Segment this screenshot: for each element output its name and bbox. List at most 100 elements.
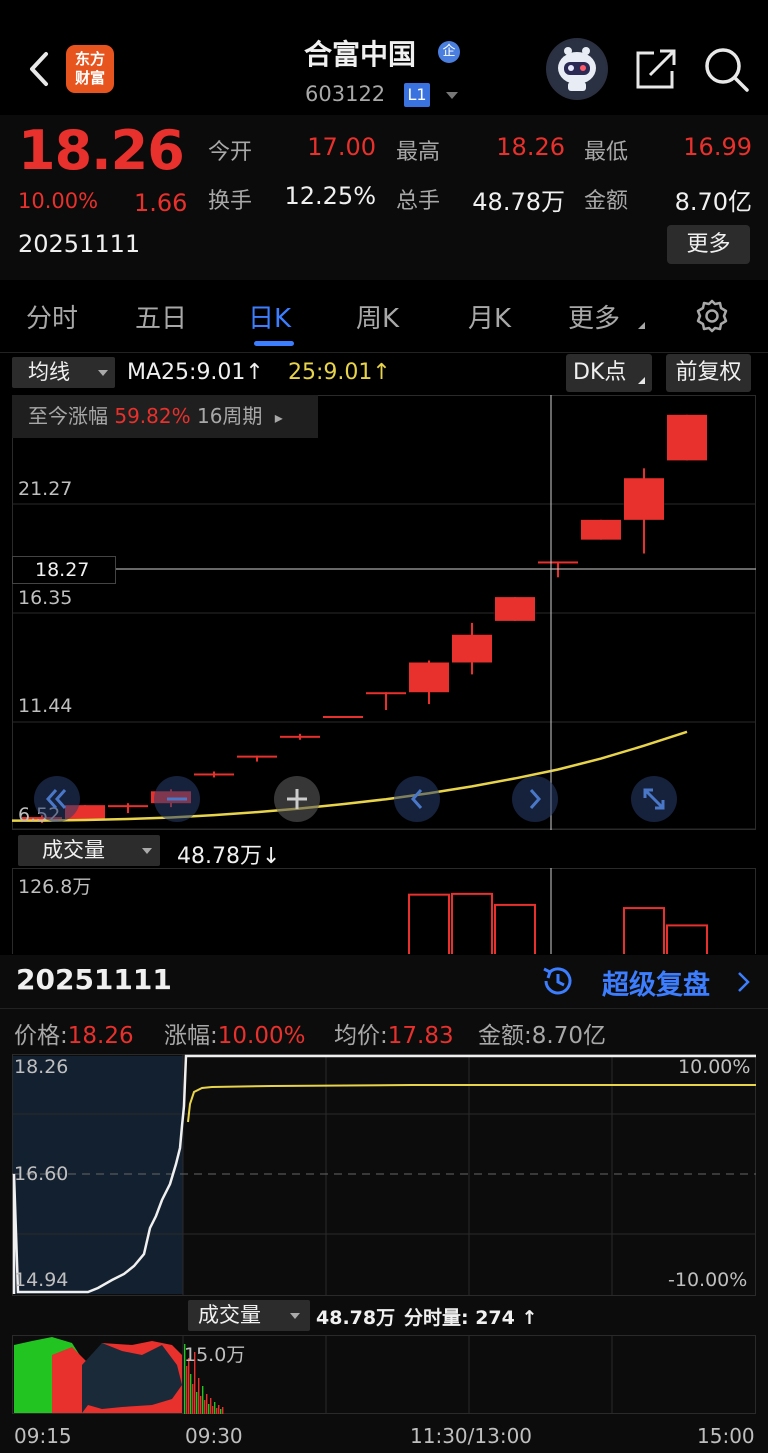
chevron-right-icon[interactable] bbox=[736, 970, 752, 994]
open-value: 17.00 bbox=[307, 133, 376, 161]
minute-volume-bar bbox=[202, 1386, 204, 1414]
dk-point-button[interactable]: DK点 bbox=[566, 354, 652, 392]
scroll-left-icon[interactable] bbox=[394, 776, 440, 822]
candle-body bbox=[581, 519, 621, 540]
intraday-volume-chart bbox=[12, 1335, 756, 1414]
minute-volume: 分时量: 274 ↑ bbox=[404, 1307, 538, 1329]
avg-label: 均价: bbox=[334, 1023, 388, 1049]
candlestick-chart[interactable] bbox=[12, 395, 756, 830]
intraday-volume-label: 成交量 bbox=[198, 1303, 261, 1327]
candle-body bbox=[667, 414, 707, 461]
low-value: 16.99 bbox=[683, 133, 752, 161]
ma-dropdown-label: 均线 bbox=[28, 360, 70, 384]
candle bbox=[409, 660, 449, 705]
candle-body bbox=[624, 478, 664, 520]
ma25-value: 25:9.01↑ bbox=[288, 360, 391, 385]
gain-summary[interactable]: 至今涨幅 59.82% 16周期 ▸ bbox=[12, 395, 318, 438]
tab-weekly-k[interactable]: 周K bbox=[356, 298, 399, 335]
chart-frame bbox=[12, 868, 756, 954]
volume-bar bbox=[623, 907, 665, 954]
y-tick-label: 16.35 bbox=[18, 587, 73, 609]
intraday-pct-bottom: -10.00% bbox=[668, 1269, 748, 1291]
divider bbox=[0, 352, 768, 353]
candle bbox=[280, 733, 320, 740]
candle-body bbox=[108, 805, 148, 808]
ma25-line bbox=[12, 730, 688, 822]
minute-volume-bar bbox=[212, 1406, 214, 1414]
intraday-volume-scale: 15.0万 bbox=[184, 1344, 246, 1366]
minute-volume-bar bbox=[204, 1400, 206, 1414]
tab-intraday[interactable]: 分时 bbox=[26, 298, 78, 335]
level-badge[interactable]: L1 bbox=[404, 83, 430, 107]
candle bbox=[495, 597, 535, 621]
quote-date: 20251111 bbox=[18, 230, 141, 258]
price-label: 价格: bbox=[14, 1023, 68, 1049]
intraday-y-mid: 16.60 bbox=[14, 1163, 69, 1185]
minute-volume-bar bbox=[206, 1394, 208, 1414]
amount-value: 8.70亿 bbox=[531, 1023, 606, 1049]
candle bbox=[366, 692, 406, 711]
candle-body bbox=[409, 662, 449, 693]
crosshair-price-label: 18.27 bbox=[12, 556, 116, 584]
candle-body bbox=[194, 773, 234, 776]
intraday-date: 20251111 bbox=[16, 963, 172, 996]
ma-dropdown[interactable]: 均线 bbox=[12, 357, 115, 388]
high-value: 18.26 bbox=[496, 133, 565, 161]
scroll-right-icon[interactable] bbox=[512, 776, 558, 822]
change-amount: 1.66 bbox=[134, 189, 188, 217]
scroll-left-fast-icon[interactable] bbox=[34, 776, 80, 822]
gain-label: 至今涨幅 bbox=[28, 404, 108, 428]
change-label: 涨幅: bbox=[164, 1023, 218, 1049]
low-label: 最低 bbox=[584, 140, 629, 165]
active-tab-indicator bbox=[254, 341, 294, 346]
turnover-label: 换手 bbox=[208, 189, 253, 214]
zoom-out-icon[interactable] bbox=[154, 776, 200, 822]
volume-indicator-dropdown[interactable]: 成交量 bbox=[18, 835, 160, 866]
tab-more[interactable]: 更多 bbox=[568, 298, 620, 335]
minute-volume-bar bbox=[198, 1378, 200, 1414]
caret-down-icon bbox=[142, 848, 152, 854]
intraday-price-chart[interactable] bbox=[12, 1054, 756, 1296]
history-icon[interactable] bbox=[540, 963, 576, 999]
amount-label: 金额: bbox=[478, 1023, 532, 1049]
super-replay-link[interactable]: 超级复盘 bbox=[602, 963, 710, 1002]
back-arrow-icon[interactable] bbox=[26, 50, 52, 88]
intraday-y-top: 18.26 bbox=[14, 1056, 69, 1078]
zoom-in-icon[interactable] bbox=[274, 776, 320, 822]
search-icon[interactable] bbox=[702, 45, 750, 93]
volume-value: 48.78万↓ bbox=[177, 844, 281, 869]
time-label: 09:30 bbox=[185, 1424, 243, 1448]
more-button[interactable]: 更多 bbox=[667, 225, 750, 264]
share-icon[interactable] bbox=[634, 47, 678, 91]
volume-value: 48.78万 bbox=[472, 188, 565, 216]
tab-daily-k[interactable]: 日K bbox=[248, 298, 291, 335]
volume-bar bbox=[451, 892, 493, 954]
amount-value: 8.70亿 bbox=[674, 188, 752, 216]
minute-volume-bar bbox=[196, 1392, 198, 1414]
fullscreen-icon[interactable] bbox=[631, 776, 677, 822]
more-corner-icon bbox=[638, 322, 645, 329]
stock-code: 603122 bbox=[305, 82, 386, 106]
candle-body bbox=[366, 692, 406, 695]
tab-five-day[interactable]: 五日 bbox=[135, 298, 187, 335]
y-tick-label: 21.27 bbox=[18, 478, 73, 500]
gear-icon[interactable] bbox=[694, 298, 730, 334]
tab-monthly-k[interactable]: 月K bbox=[468, 298, 511, 335]
corner-triangle-icon bbox=[638, 377, 645, 384]
intraday-volume-dropdown[interactable]: 成交量 bbox=[188, 1300, 310, 1331]
caret-down-icon[interactable] bbox=[446, 92, 458, 99]
adjust-button[interactable]: 前复权 bbox=[666, 354, 751, 392]
robot-assistant-icon[interactable] bbox=[546, 38, 608, 100]
minute-volume-bar bbox=[216, 1408, 218, 1414]
ma25-label: MA25:9.01↑ bbox=[127, 360, 264, 385]
divider bbox=[0, 1008, 768, 1009]
candle bbox=[108, 803, 148, 814]
y-tick-label: 11.44 bbox=[18, 695, 73, 717]
minute-volume-bar bbox=[214, 1402, 216, 1414]
amount-info: 金额:8.70亿 bbox=[478, 1016, 606, 1050]
chevron-right-icon: ▸ bbox=[274, 408, 283, 427]
minute-volume-bar bbox=[210, 1398, 212, 1414]
minute-volume-bar bbox=[220, 1409, 222, 1414]
minute-volume-bar bbox=[192, 1384, 194, 1414]
turnover-value: 12.25% bbox=[284, 182, 376, 210]
